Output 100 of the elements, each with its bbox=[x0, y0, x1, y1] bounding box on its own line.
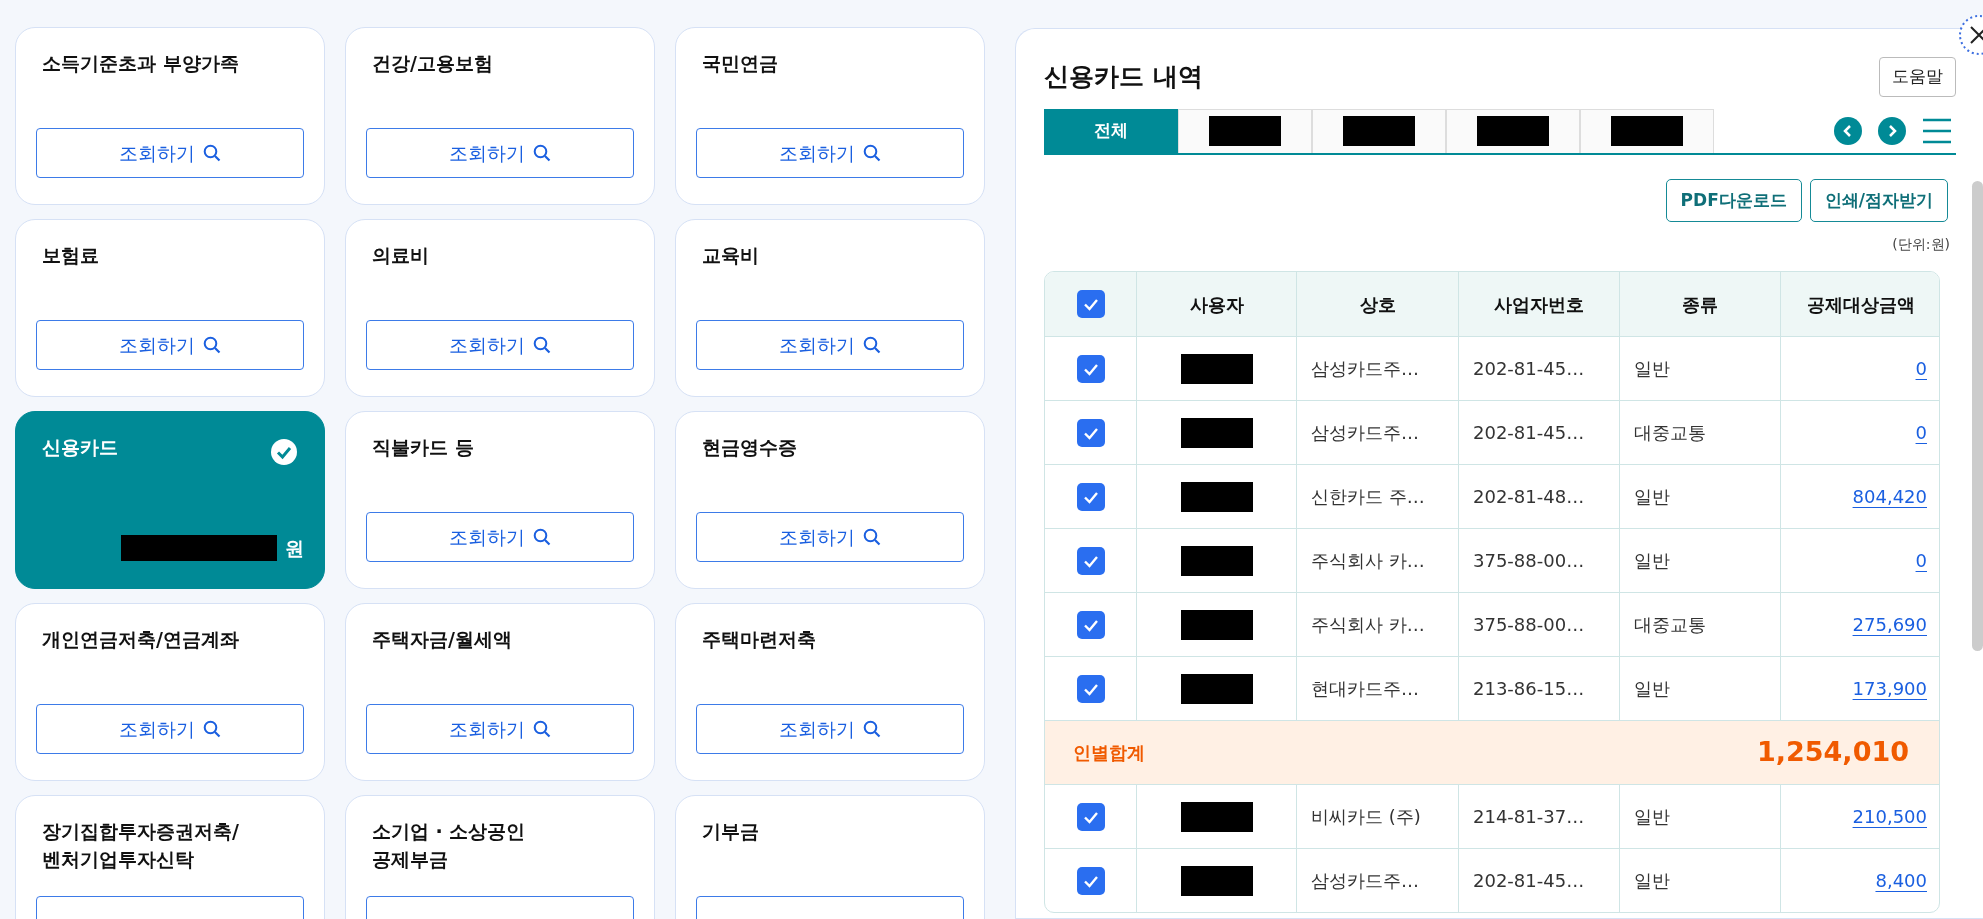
amount-link[interactable]: 0 bbox=[1915, 547, 1927, 574]
scrollbar[interactable] bbox=[1972, 181, 1983, 651]
amount-link[interactable]: 210,500 bbox=[1852, 803, 1927, 830]
check-circle-icon bbox=[270, 438, 298, 466]
table-cell-text: 202-81-48… bbox=[1473, 485, 1585, 509]
search-button[interactable]: 조회하기 bbox=[366, 128, 634, 178]
checkbox[interactable] bbox=[1076, 546, 1105, 575]
table-cell-text: 현대카드주… bbox=[1311, 677, 1419, 701]
search-icon bbox=[203, 144, 221, 162]
amount-link[interactable]: 0 bbox=[1915, 419, 1927, 446]
card[interactable]: 국민연금 조회하기 bbox=[675, 27, 985, 205]
help-button[interactable]: 도움말 bbox=[1879, 57, 1956, 97]
card-title: 현금영수증 bbox=[701, 435, 798, 460]
amount-link[interactable]: 275,690 bbox=[1852, 611, 1927, 638]
card-title: 주택마련저축 bbox=[701, 627, 817, 652]
search-button[interactable]: 조회하기 bbox=[366, 704, 634, 754]
card[interactable]: 장기집합투자증권저축/ 벤처기업투자신탁 bbox=[15, 795, 325, 919]
search-button[interactable]: 조회하기 bbox=[696, 512, 964, 562]
search-button[interactable]: 조회하기 bbox=[366, 512, 634, 562]
search-icon bbox=[533, 144, 551, 162]
card[interactable]: 소득기준초과 부양가족 조회하기 bbox=[15, 27, 325, 205]
search-icon bbox=[863, 720, 881, 738]
table-cell-text: 신한카드 주… bbox=[1311, 485, 1425, 509]
card-title: 직불카드 등 bbox=[371, 435, 475, 460]
redacted-block bbox=[1477, 116, 1549, 146]
table-cell-text: 202-81-45… bbox=[1473, 869, 1585, 893]
card[interactable]: 주택마련저축 조회하기 bbox=[675, 603, 985, 781]
checkbox[interactable] bbox=[1076, 866, 1105, 895]
checkbox[interactable] bbox=[1076, 418, 1105, 447]
card-title: 소기업 · 소상공인 공제부금 bbox=[371, 819, 527, 872]
tab[interactable] bbox=[1446, 108, 1580, 153]
column-header: 사업자번호 bbox=[1458, 272, 1619, 336]
table-cell-text: 375-88-00… bbox=[1473, 613, 1585, 637]
pdf-download-button[interactable]: PDF다운로드 bbox=[1665, 178, 1802, 222]
table-cell-text: 214-81-37… bbox=[1473, 805, 1585, 829]
table-cell-text: 일반 bbox=[1634, 805, 1670, 829]
card-title: 건강/고용보험 bbox=[371, 51, 494, 76]
card[interactable]: 현금영수증 조회하기 bbox=[675, 411, 985, 589]
amount-link[interactable]: 173,900 bbox=[1852, 675, 1927, 702]
table-cell-text: 비씨카드 (주) bbox=[1311, 805, 1421, 829]
card[interactable]: 직불카드 등 조회하기 bbox=[345, 411, 655, 589]
search-icon bbox=[203, 336, 221, 354]
table-cell-text: 대중교통 bbox=[1634, 613, 1706, 637]
search-icon bbox=[533, 528, 551, 546]
card[interactable]: 교육비 조회하기 bbox=[675, 219, 985, 397]
checkbox[interactable] bbox=[1076, 354, 1105, 383]
tab[interactable] bbox=[1312, 108, 1446, 153]
amount-link[interactable]: 804,420 bbox=[1852, 483, 1927, 510]
amount-link[interactable]: 0 bbox=[1915, 355, 1927, 382]
card-title: 개인연금저축/연금계좌 bbox=[41, 627, 240, 652]
card-title: 보험료 bbox=[41, 243, 100, 268]
card[interactable]: 개인연금저축/연금계좌 조회하기 bbox=[15, 603, 325, 781]
card[interactable]: 주택자금/월세액 조회하기 bbox=[345, 603, 655, 781]
next-icon[interactable] bbox=[1878, 116, 1906, 145]
tab[interactable] bbox=[1178, 108, 1312, 153]
table-cell-text: 일반 bbox=[1634, 485, 1670, 509]
table-cell-text: 일반 bbox=[1634, 357, 1670, 381]
table-cell-text: 삼성카드주… bbox=[1311, 421, 1419, 445]
column-header: 상호 bbox=[1296, 272, 1458, 336]
checkbox[interactable] bbox=[1076, 290, 1105, 318]
previous-icon[interactable] bbox=[1834, 116, 1862, 145]
search-icon bbox=[533, 720, 551, 738]
search-button[interactable]: 조회하기 bbox=[696, 128, 964, 178]
table-cell-text: 213-86-15… bbox=[1473, 677, 1585, 701]
search-button[interactable]: 조회하기 bbox=[366, 320, 634, 370]
search-button[interactable]: 조회하기 bbox=[696, 704, 964, 754]
card[interactable]: 의료비 조회하기 bbox=[345, 219, 655, 397]
search-icon bbox=[863, 336, 881, 354]
checkbox[interactable] bbox=[1076, 674, 1105, 703]
table-cell-text: 202-81-45… bbox=[1473, 421, 1585, 445]
search-button[interactable]: 조회하기 bbox=[696, 320, 964, 370]
menu-icon[interactable] bbox=[1922, 117, 1952, 144]
column-header: 종류 bbox=[1619, 272, 1780, 336]
card[interactable]: 보험료 조회하기 bbox=[15, 219, 325, 397]
card-title: 의료비 bbox=[371, 243, 430, 268]
search-icon bbox=[203, 720, 221, 738]
table-cell-text: 주식회사 카… bbox=[1311, 549, 1425, 573]
search-button[interactable]: 조회하기 bbox=[36, 320, 304, 370]
search-button[interactable]: 조회하기 bbox=[36, 128, 304, 178]
card[interactable]: 기부금 bbox=[675, 795, 985, 919]
column-header: 공제대상금액 bbox=[1780, 272, 1939, 336]
card[interactable]: 소기업 · 소상공인 공제부금 bbox=[345, 795, 655, 919]
table-cell-text: 대중교통 bbox=[1634, 421, 1706, 445]
unit-note: (단위:원) bbox=[1891, 235, 1951, 254]
card-title: 기부금 bbox=[701, 819, 760, 844]
search-button[interactable]: 조회하기 bbox=[36, 704, 304, 754]
card[interactable]: 신용카드 원 bbox=[15, 411, 325, 589]
card-title: 신용카드 bbox=[41, 435, 119, 460]
tab[interactable] bbox=[1580, 108, 1714, 153]
table-cell-text: 주식회사 카… bbox=[1311, 613, 1425, 637]
table-cell-text: 일반 bbox=[1634, 549, 1670, 573]
tab[interactable]: 전체 bbox=[1044, 108, 1178, 153]
checkbox[interactable] bbox=[1076, 482, 1105, 511]
card[interactable]: 건강/고용보험 조회하기 bbox=[345, 27, 655, 205]
table-cell-text: 일반 bbox=[1634, 869, 1670, 893]
checkbox[interactable] bbox=[1076, 610, 1105, 639]
amount-link[interactable]: 8,400 bbox=[1875, 867, 1927, 894]
print-button[interactable]: 인쇄/점자받기 bbox=[1809, 178, 1948, 222]
checkbox[interactable] bbox=[1076, 802, 1105, 831]
card-title: 장기집합투자증권저축/ 벤처기업투자신탁 bbox=[41, 819, 240, 872]
